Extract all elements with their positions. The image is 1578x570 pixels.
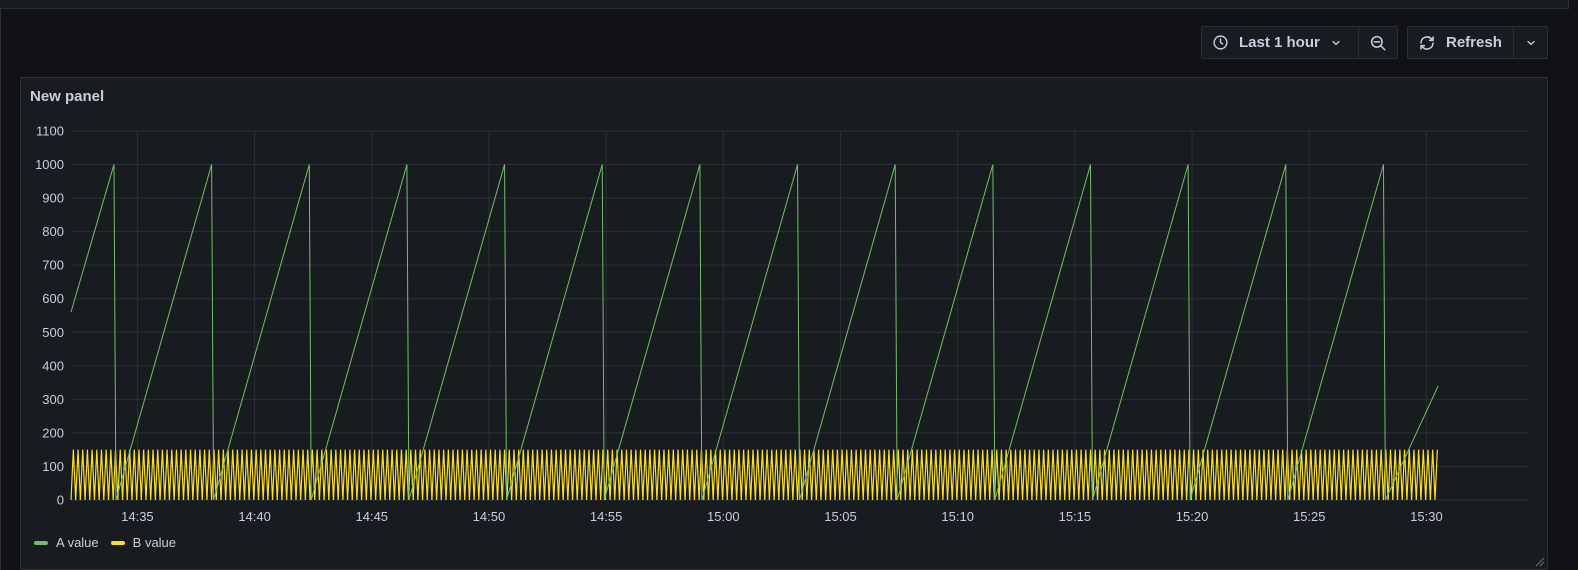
- refresh-button[interactable]: Refresh: [1407, 26, 1514, 59]
- x-tick-label: 14:35: [121, 509, 154, 524]
- x-tick-label: 15:10: [941, 509, 974, 524]
- x-tick-label: 14:45: [356, 509, 389, 524]
- time-range-picker-button[interactable]: Last 1 hour: [1201, 26, 1359, 59]
- y-tick-label: 800: [42, 224, 64, 239]
- legend-item-a[interactable]: A value: [34, 535, 99, 550]
- legend-swatch-b: [110, 540, 125, 545]
- dashboard-edge: [0, 8, 1, 570]
- chevron-down-icon: [1330, 37, 1342, 49]
- x-tick-label: 15:20: [1176, 509, 1209, 524]
- refresh-interval-dropdown[interactable]: [1513, 26, 1548, 59]
- y-tick-label: 500: [42, 325, 64, 340]
- y-tick-label: 0: [57, 493, 64, 508]
- x-tick-label: 14:50: [473, 509, 506, 524]
- chart-canvas[interactable]: 0 100 200 300 400 500 600 700 800 900 1000 1100 14:3…: [21, 78, 1547, 528]
- x-tick-label: 15:05: [824, 509, 857, 524]
- panel-resize-handle[interactable]: [1535, 557, 1545, 567]
- y-tick-label: 700: [42, 258, 64, 273]
- y-tick-label: 1000: [35, 157, 64, 172]
- legend: A value B value: [34, 535, 188, 550]
- timeseries-panel[interactable]: New panel 0 100 200 300 400 500 600 700 800 900 10…: [20, 77, 1548, 570]
- chevron-down-icon: [1525, 37, 1537, 49]
- time-range-label: Last 1 hour: [1239, 34, 1320, 51]
- legend-item-b[interactable]: B value: [110, 535, 177, 550]
- series-b-line: [70, 449, 1438, 501]
- x-tick-label: 14:55: [590, 509, 623, 524]
- dashboard-header-strip: [0, 0, 1569, 9]
- zoom-out-button[interactable]: [1358, 26, 1398, 59]
- y-tick-label: 400: [42, 358, 64, 373]
- y-tick-label: 600: [42, 291, 64, 306]
- refresh-icon: [1418, 34, 1436, 52]
- x-tick-label: 15:30: [1410, 509, 1443, 524]
- y-tick-label: 200: [42, 425, 64, 440]
- x-tick-label: 15:15: [1059, 509, 1092, 524]
- x-tick-label: 15:00: [707, 509, 740, 524]
- y-tick-label: 1100: [36, 124, 64, 139]
- x-tick-label: 14:40: [238, 509, 271, 524]
- zoom-out-icon: [1369, 34, 1387, 52]
- clock-icon: [1212, 34, 1229, 51]
- legend-swatch-a: [34, 540, 48, 545]
- legend-label-b: B value: [132, 535, 177, 550]
- legend-label-a: A value: [56, 535, 99, 550]
- x-tick-label: 15:25: [1293, 509, 1326, 524]
- y-tick-label: 100: [42, 459, 64, 474]
- refresh-label: Refresh: [1446, 34, 1502, 51]
- y-tick-label: 300: [42, 392, 64, 407]
- y-tick-label: 900: [42, 191, 64, 206]
